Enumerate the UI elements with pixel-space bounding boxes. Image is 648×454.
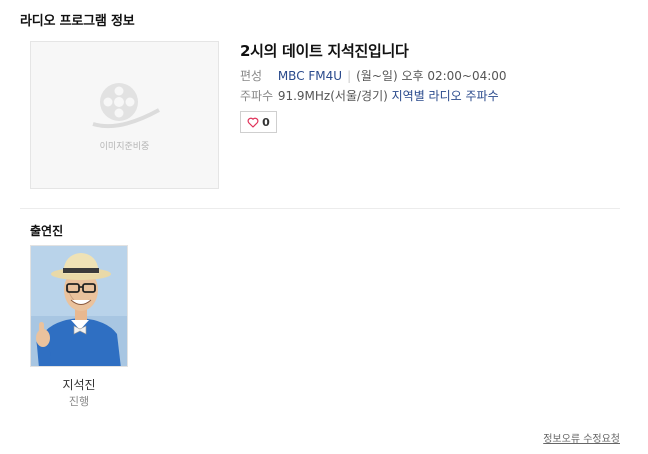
film-reel-icon (92, 83, 160, 129)
program-title[interactable]: 2시의 데이트 지석진입니다 (240, 40, 409, 61)
like-count: 0 (262, 115, 270, 129)
frequency-label: 주파수 (240, 89, 274, 103)
like-button[interactable]: 0 (240, 111, 277, 133)
cast-photo[interactable] (30, 245, 128, 367)
program-thumbnail: 이미지준비중 (30, 41, 219, 189)
separator: | (347, 69, 352, 83)
no-image-text: 이미지준비중 (99, 142, 150, 152)
regional-frequency-link[interactable]: 지역별 라디오 주파수 (392, 89, 499, 103)
host-portrait (31, 246, 127, 366)
report-error-link[interactable]: 정보오류 수정요청 (543, 430, 620, 445)
frequency-row: 주파수 91.9MHz(서울/경기) 지역별 라디오 주파수 (240, 87, 499, 104)
divider (20, 208, 620, 209)
cast-name[interactable]: 지석진 (30, 376, 128, 393)
schedule-text: (월~일) 오후 02:00~04:00 (356, 69, 507, 83)
heart-icon (247, 117, 259, 128)
frequency-value: 91.9MHz(서울/경기) (277, 89, 388, 103)
channel-link[interactable]: MBC FM4U (278, 69, 342, 83)
channel-label: 편성 (240, 69, 263, 83)
section-title: 라디오 프로그램 정보 (20, 14, 135, 29)
cast-role: 진행 (68, 395, 90, 408)
cast-section-title: 출연진 (30, 224, 64, 238)
channel-row: 편성 MBC FM4U | (월~일) 오후 02:00~04:00 (240, 67, 507, 84)
